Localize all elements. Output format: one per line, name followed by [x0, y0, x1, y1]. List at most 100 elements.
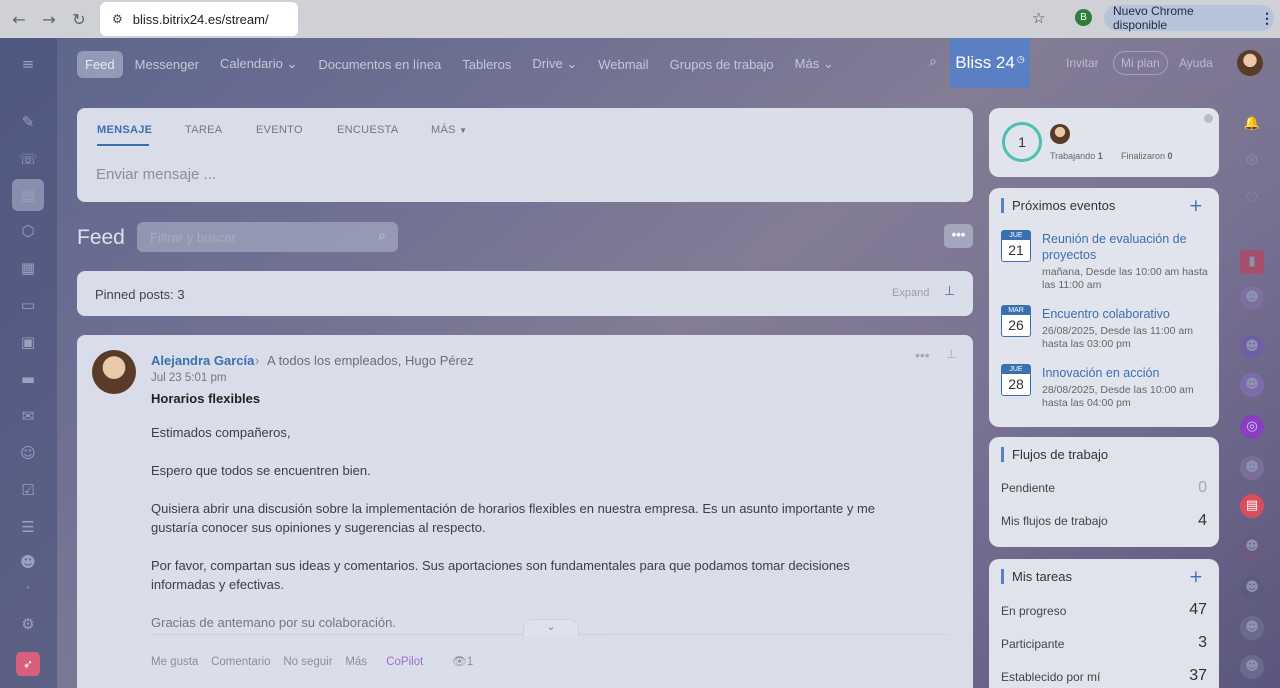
robot-icon[interactable]: ☻ [16, 550, 40, 574]
post-more-icon[interactable]: ••• [915, 347, 930, 363]
event-date-badge: JUE 21 [1001, 230, 1031, 262]
nav-webmail[interactable]: Webmail [598, 57, 648, 72]
collapse-up-icon[interactable]: ˄ [16, 580, 40, 604]
bookmark-star-icon[interactable]: ☆ [1032, 9, 1045, 27]
post-date[interactable]: Jul 23 5:01 pm [151, 372, 226, 384]
nav-drive[interactable]: Drive ⌄ [532, 56, 577, 72]
post-paragraph: Por favor, compartan sus ideas y comenta… [151, 558, 850, 592]
filter-search-input[interactable]: Filtrar y buscar ⌕ [137, 222, 398, 252]
reload-icon[interactable]: ↻ [64, 10, 94, 29]
event-month: MAR [1002, 306, 1030, 315]
workflows-widget: Flujos de trabajo Pendiente 0 Mis flujos… [989, 437, 1219, 547]
contact-avatar[interactable]: ☻ [1240, 616, 1264, 640]
nav-feed[interactable]: Feed [77, 50, 123, 78]
nav-messenger[interactable]: Messenger [135, 57, 199, 72]
tasks-icon[interactable]: ☑ [16, 478, 40, 502]
chrome-update-label: Nuevo Chrome disponible [1113, 4, 1194, 32]
finished-label: Finalizaron 0 [1121, 151, 1173, 161]
notifications-bell-icon[interactable]: 🔔 [1240, 112, 1264, 136]
chrome-update-button[interactable]: Nuevo Chrome disponible ⋮ [1104, 4, 1274, 32]
pin-icon[interactable]: ⊥ [944, 284, 955, 299]
expand-link[interactable]: Expand [892, 287, 929, 299]
copilot-icon[interactable]: ✎ [16, 110, 40, 134]
tab-message[interactable]: MENSAJE [97, 124, 152, 136]
rocket-icon[interactable]: ➶ [16, 652, 40, 676]
document-icon[interactable]: ▭ [16, 293, 40, 317]
my-workflows-label[interactable]: Mis flujos de trabajo [1001, 514, 1108, 528]
feed-icon[interactable]: ▤ [12, 179, 44, 211]
post-recipients[interactable]: A todos los empleados, Hugo Pérez [267, 353, 474, 368]
address-bar[interactable]: ⚙ bliss.bitrix24.es/stream/ [100, 2, 298, 36]
post-composer: MENSAJE TAREA EVENTO ENCUESTA MÁS ▼ Envi… [77, 108, 973, 202]
drive-icon[interactable]: ▬ [16, 367, 40, 391]
menu-icon[interactable]: ≡ [16, 52, 40, 76]
nav-workgroups[interactable]: Grupos de trabajo [670, 57, 774, 72]
search-icon[interactable]: ⌕ [378, 228, 386, 244]
forward-icon[interactable]: → [34, 10, 64, 29]
info-icon[interactable] [1204, 114, 1213, 123]
tasks-in-progress-label[interactable]: En progreso [1001, 604, 1066, 618]
nav-calendar[interactable]: Calendario ⌄ [220, 56, 297, 72]
more-button[interactable]: Más [345, 656, 367, 668]
worktime-widget[interactable]: 1 Trabajando 1 Finalizaron 0 [989, 108, 1219, 177]
site-settings-icon[interactable]: ⚙ [112, 12, 123, 26]
help-button[interactable]: Ayuda [1179, 56, 1213, 70]
contact-avatar[interactable]: ☻ [1240, 456, 1264, 480]
search-icon[interactable]: ⌕ [929, 54, 937, 70]
tasks-created-by-me-label[interactable]: Establecido por mí [1001, 670, 1100, 684]
profile-avatar[interactable]: B [1075, 9, 1092, 26]
contact-avatar[interactable]: ☻ [1240, 655, 1264, 679]
invite-button[interactable]: Invitar [1066, 56, 1099, 70]
contact-avatar[interactable]: ☻ [1240, 535, 1264, 559]
tab-task[interactable]: TAREA [185, 124, 222, 136]
contact-avatar[interactable]: ☻ [1240, 286, 1264, 310]
pin-icon[interactable]: ⊥ [946, 347, 956, 361]
nav-boards[interactable]: Tableros [462, 57, 511, 72]
back-icon[interactable]: ← [4, 10, 34, 29]
views-icon: 👁 [452, 656, 467, 668]
mail-icon[interactable]: ✉ [16, 404, 40, 428]
bookmark-icon[interactable]: ▮ [1240, 250, 1264, 274]
contact-avatar[interactable]: ☻ [1240, 373, 1264, 397]
settings-gear-icon[interactable]: ⚙ [16, 612, 40, 636]
add-event-icon[interactable]: + [1189, 196, 1203, 216]
tab-more[interactable]: MÁS ▼ [431, 124, 467, 136]
my-plan-button[interactable]: Mi plan [1113, 51, 1168, 75]
chat-bubble-icon[interactable]: ◌ [1240, 185, 1264, 209]
board-icon[interactable]: ▣ [16, 330, 40, 354]
event-month: JUE [1002, 365, 1030, 374]
like-button[interactable]: Me gusta [151, 656, 198, 668]
message-input[interactable]: Enviar mensaje ... [96, 166, 216, 183]
comment-button[interactable]: Comentario [211, 656, 270, 668]
unfollow-button[interactable]: No seguir [283, 656, 332, 668]
copilot-chat-icon[interactable]: ◎ [1240, 415, 1264, 439]
copilot-button[interactable]: CoPilot [386, 656, 423, 668]
author-avatar[interactable] [92, 350, 136, 394]
calendar-icon[interactable]: ▦ [16, 256, 40, 280]
hexagon-icon[interactable]: ⬡ [16, 219, 40, 243]
feed-more-button[interactable]: ••• [944, 224, 973, 248]
notes-app-icon[interactable]: ▤ [1240, 494, 1264, 518]
target-icon[interactable]: ◎ [1240, 148, 1264, 172]
workflow-pending-label[interactable]: Pendiente [1001, 481, 1055, 495]
add-task-icon[interactable]: + [1189, 567, 1203, 587]
contact-avatar[interactable]: ☻ [1240, 335, 1264, 359]
nav-online-documents[interactable]: Documentos en línea [318, 57, 441, 72]
event-name[interactable]: Encuentro colaborativo [1042, 306, 1212, 322]
event-name[interactable]: Reunión de evaluación de proyectos [1042, 231, 1212, 263]
filter-stack-icon[interactable]: ☰ [16, 515, 40, 539]
post-author[interactable]: Alejandra García [151, 353, 254, 368]
post-paragraph: Espero que todos se encuentren bien. [151, 463, 371, 478]
groups-icon[interactable]: ☺ [16, 441, 40, 465]
event-name[interactable]: Innovación en acción [1042, 365, 1212, 381]
chat-icon[interactable]: ☏ [16, 147, 40, 171]
expand-post-chevron-icon[interactable]: ⌄ [523, 619, 579, 637]
nav-more[interactable]: Más ⌄ [795, 56, 834, 72]
tab-event[interactable]: EVENTO [256, 124, 303, 136]
tasks-participant-label[interactable]: Participante [1001, 637, 1064, 651]
menu-dots-icon[interactable]: ⋮ [1260, 10, 1274, 27]
tab-poll[interactable]: ENCUESTA [337, 124, 398, 136]
pinned-posts-bar[interactable]: Pinned posts: 3 Expand ⊥ [77, 271, 973, 316]
brand-logo[interactable]: Bliss 24 ◷ [950, 38, 1030, 88]
contact-avatar[interactable]: ☻ [1240, 576, 1264, 600]
